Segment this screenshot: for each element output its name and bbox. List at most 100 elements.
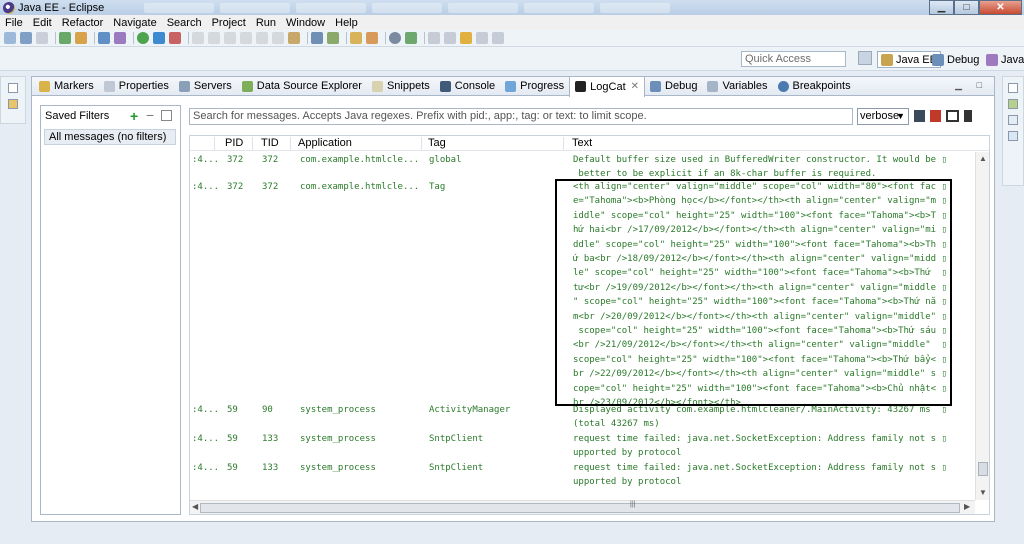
debug-icon[interactable] <box>153 32 165 44</box>
column-application[interactable]: Application <box>298 137 352 149</box>
perspective-java[interactable]: Java <box>986 51 1024 68</box>
menu-navigate[interactable]: Navigate <box>108 17 161 29</box>
new-icon[interactable] <box>4 32 16 44</box>
logcat-search-input[interactable]: Search for messages. Accepts Java regexe… <box>189 108 853 125</box>
close-button[interactable]: ✕ <box>979 0 1022 15</box>
external-tools-icon[interactable] <box>169 32 181 44</box>
log-row[interactable]: :4... 59 133 system_process SntpClient reques… <box>190 463 975 492</box>
new-server-icon[interactable] <box>311 32 323 44</box>
scroll-down-icon[interactable]: ▼ <box>979 488 987 497</box>
log-cell-pid: 372 <box>227 182 244 192</box>
log-text-line: Displayed activity com.example.htmlclean… <box>573 405 947 415</box>
tab-snippets[interactable]: Snippets <box>367 77 435 96</box>
scroll-right-icon[interactable]: ▶ <box>964 502 970 511</box>
pencil-icon[interactable] <box>366 32 378 44</box>
log-level-select[interactable]: verbose ▼ <box>857 108 909 125</box>
log-text-line: e="Tahoma"><b>Phòng học</b></font></th><… <box>573 196 947 207</box>
quick-access-input[interactable]: Quick Access <box>741 51 846 67</box>
column-tid[interactable]: TID <box>261 137 279 149</box>
new-web-icon[interactable] <box>327 32 339 44</box>
open-type-icon[interactable] <box>114 32 126 44</box>
next-annotation-icon[interactable] <box>428 32 440 44</box>
log-row[interactable]: :4... 59 133 system_process SntpClient reques… <box>190 434 975 463</box>
perspective-debug[interactable]: Debug <box>932 51 979 68</box>
tab-debug[interactable]: Debug <box>645 77 702 96</box>
suspend-icon[interactable] <box>224 32 236 44</box>
restore-icon[interactable] <box>8 83 18 93</box>
horizontal-scroll-thumb[interactable] <box>200 503 960 513</box>
tab-console[interactable]: Console <box>435 77 500 96</box>
column-text[interactable]: Text <box>572 137 592 149</box>
tab-properties[interactable]: Properties <box>99 77 174 96</box>
tab-markers[interactable]: Markers <box>34 77 99 96</box>
resume-icon[interactable] <box>208 32 220 44</box>
tab-breakpoints[interactable]: Breakpoints <box>773 77 856 96</box>
log-text-line: hứ hai<br />17/09/2012</b></font></th><t… <box>573 225 947 236</box>
hierarchy-icon[interactable] <box>288 32 300 44</box>
menu-window[interactable]: Window <box>281 17 330 29</box>
task-list-icon[interactable] <box>1008 115 1018 125</box>
restore-right-icon[interactable] <box>1008 83 1018 93</box>
scroll-left-icon[interactable]: ◀ <box>192 502 198 511</box>
tab-variables[interactable]: Variables <box>702 77 772 96</box>
add-filter-icon[interactable]: + <box>130 108 138 124</box>
step-over-icon[interactable] <box>256 32 268 44</box>
globe-icon[interactable] <box>389 32 401 44</box>
menu-file[interactable]: File <box>0 17 28 29</box>
maximize-button[interactable]: □ <box>954 0 979 15</box>
menu-run[interactable]: Run <box>251 17 281 29</box>
run-icon[interactable] <box>137 32 149 44</box>
prev-annotation-icon[interactable] <box>444 32 456 44</box>
filter-item-all[interactable]: All messages (no filters) <box>44 129 176 145</box>
pin-icon[interactable] <box>492 32 504 44</box>
menu-refactor[interactable]: Refactor <box>57 17 109 29</box>
clear-log-icon[interactable] <box>930 110 941 122</box>
print-icon[interactable] <box>36 32 48 44</box>
task-icon[interactable] <box>98 32 110 44</box>
remove-filter-icon[interactable]: − <box>146 107 154 123</box>
view-minmax-buttons[interactable]: ▁ □ <box>955 80 988 91</box>
open-perspective-button[interactable] <box>858 51 872 65</box>
menu-edit[interactable]: Edit <box>28 17 57 29</box>
console-icon <box>439 80 451 92</box>
log-row[interactable]: :4... 372 372 com.example.htmlcle... global D… <box>190 155 975 184</box>
palette-icon[interactable] <box>1008 131 1018 141</box>
toggle-filters-icon[interactable] <box>946 110 959 122</box>
horizontal-scrollbar[interactable]: ◀ ||| ▶ <box>190 500 975 514</box>
menu-project[interactable]: Project <box>207 17 251 29</box>
tab-logcat[interactable]: LogCat ✕ <box>569 76 646 97</box>
minimize-button[interactable]: ▁ <box>929 0 954 15</box>
build-icon[interactable] <box>59 32 71 44</box>
terminate-icon[interactable] <box>240 32 252 44</box>
close-tab-icon[interactable]: ✕ <box>631 81 639 92</box>
title-bar: Java EE - Eclipse ▁ □ ✕ <box>0 0 1024 15</box>
saved-filters-header: Saved Filters + − <box>41 106 180 126</box>
back-icon[interactable] <box>460 32 472 44</box>
outline-icon[interactable] <box>1008 99 1018 109</box>
save-icon[interactable] <box>20 32 32 44</box>
log-row[interactable]: :4... 372 372 com.example.htmlcle... Tag <th … <box>190 182 975 412</box>
scroll-thumb[interactable] <box>978 462 988 476</box>
project-explorer-icon[interactable] <box>8 99 18 109</box>
save-log-icon[interactable] <box>914 110 925 122</box>
tab-servers[interactable]: Servers <box>174 77 237 96</box>
forward-icon[interactable] <box>476 32 488 44</box>
menu-help[interactable]: Help <box>330 17 363 29</box>
scroll-up-icon[interactable]: ▲ <box>979 154 987 163</box>
step-return-icon[interactable] <box>272 32 284 44</box>
annotation-icon[interactable] <box>405 32 417 44</box>
column-tag[interactable]: Tag <box>428 137 446 149</box>
vertical-scrollbar[interactable]: ▲ ▼ <box>975 152 989 500</box>
log-text-line: br />22/09/2012</b></font></th><th align… <box>573 369 947 380</box>
menu-search[interactable]: Search <box>162 17 207 29</box>
edit-filter-icon[interactable] <box>161 110 172 121</box>
properties-icon <box>103 80 115 92</box>
tab-progress[interactable]: Progress <box>500 77 569 96</box>
step-icon[interactable] <box>192 32 204 44</box>
log-row[interactable]: :4... 59 90 system_process ActivityManager Di… <box>190 405 975 434</box>
tab-data-source-explorer[interactable]: Data Source Explorer <box>237 77 367 96</box>
open-folder-icon[interactable] <box>350 32 362 44</box>
server-icon[interactable] <box>75 32 87 44</box>
scroll-lock-icon[interactable] <box>964 110 972 122</box>
column-pid[interactable]: PID <box>225 137 243 149</box>
